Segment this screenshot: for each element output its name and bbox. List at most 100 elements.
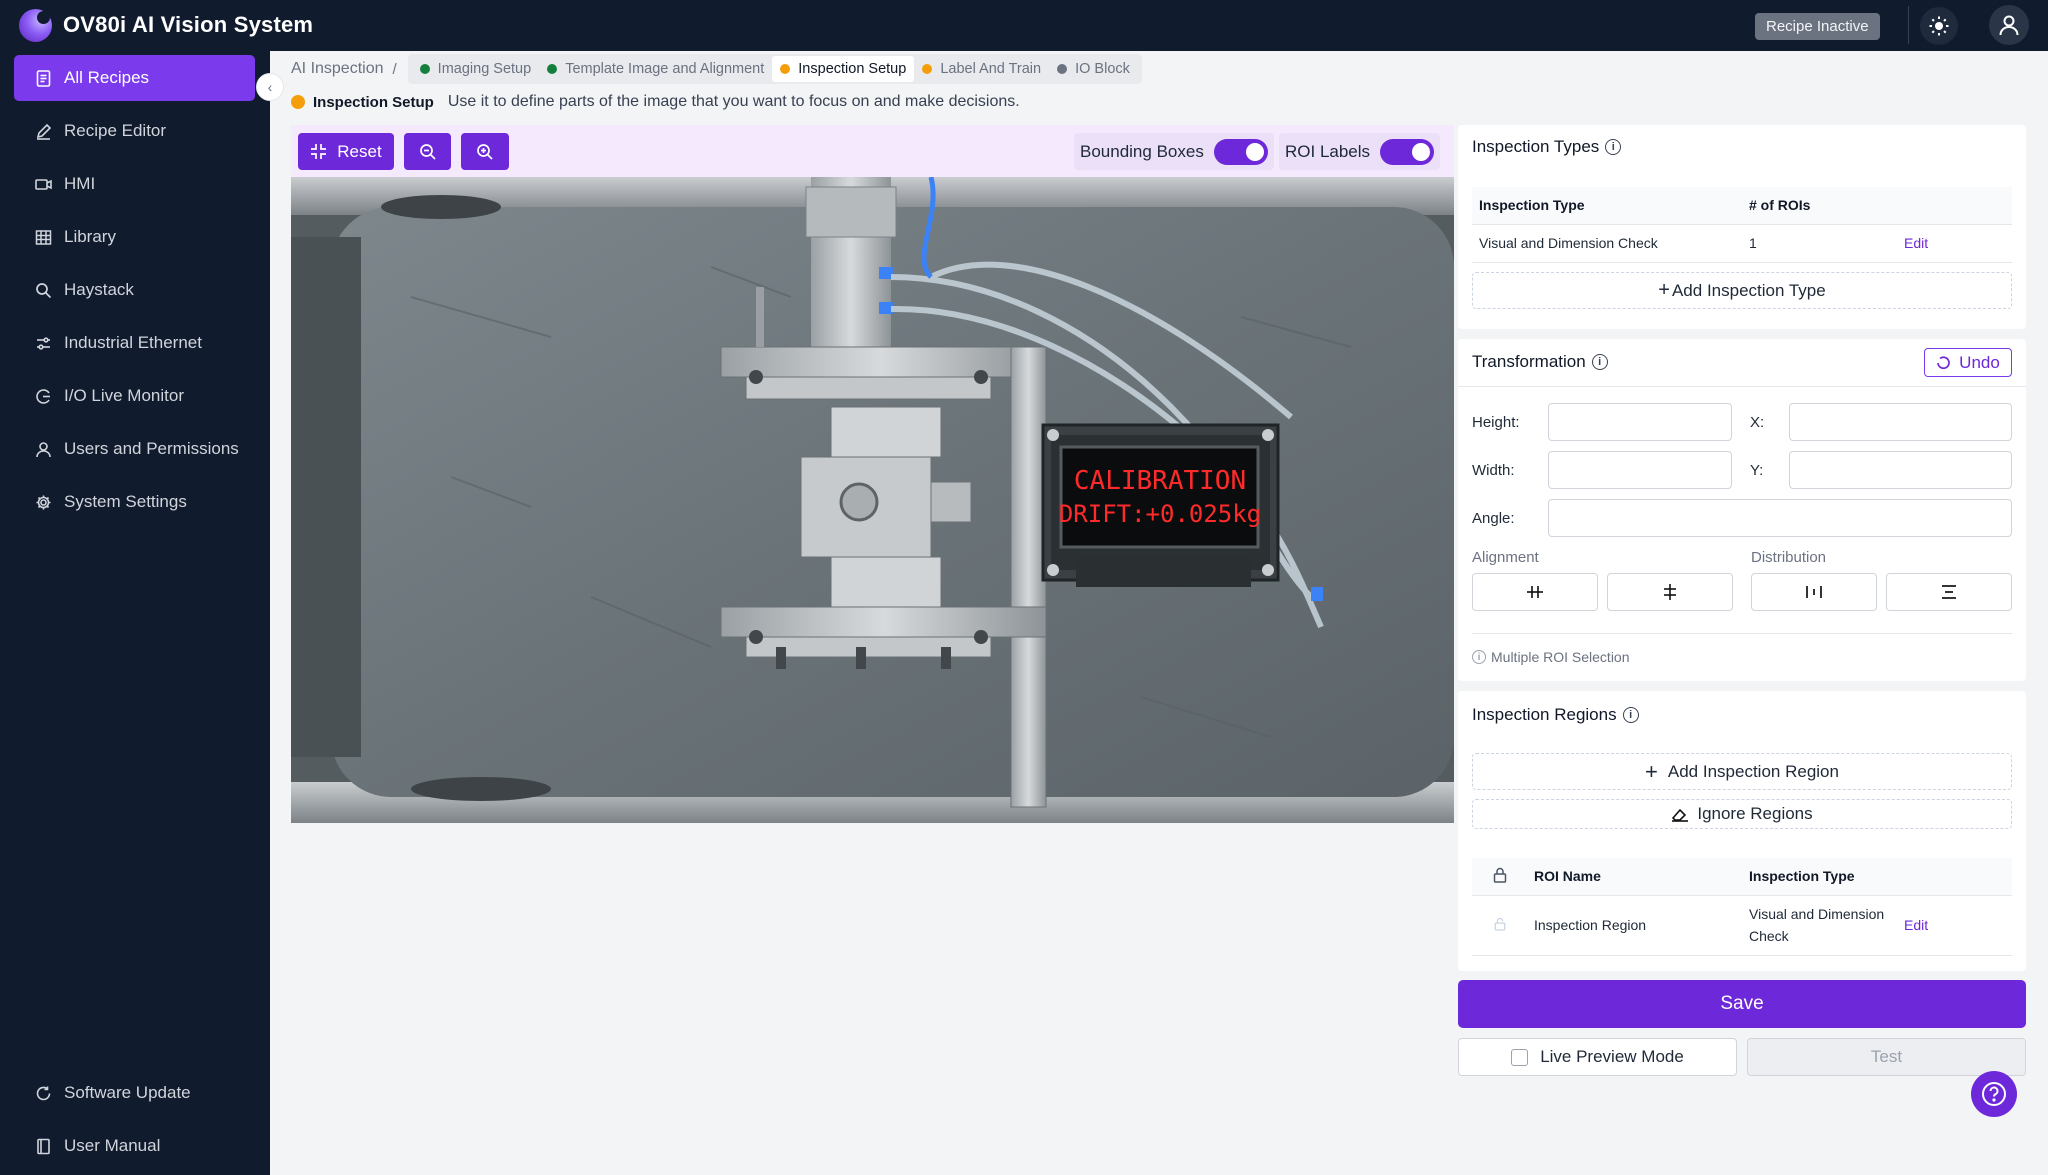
sidebar-item-system-settings[interactable]: System Settings <box>14 479 255 525</box>
sidebar-item-label: Recipe Editor <box>64 121 167 140</box>
inspection-type-cell: Visual and Dimension Check <box>1472 224 1742 263</box>
lock-icon <box>1493 867 1506 883</box>
sidebar-item-label: Industrial Ethernet <box>64 333 202 352</box>
multiple-roi-note: i Multiple ROI Selection <box>1472 649 1630 665</box>
sun-icon <box>1929 16 1949 36</box>
sidebar-item-haystack[interactable]: Haystack <box>14 267 255 313</box>
distribute-vertical-icon <box>1942 585 1956 599</box>
x-input[interactable] <box>1789 403 2012 441</box>
sidebar-item-io-live-monitor[interactable]: I/O Live Monitor <box>14 373 255 419</box>
collapse-arrows-icon <box>311 144 327 159</box>
sidebar-item-label: Haystack <box>64 280 134 299</box>
pencil-icon <box>34 122 52 140</box>
edit-link[interactable]: Edit <box>1904 917 1928 933</box>
reset-button[interactable]: Reset <box>298 133 394 170</box>
zoom-in-button[interactable] <box>461 133 509 170</box>
column-header <box>1897 858 2012 896</box>
roi-labels-toggle[interactable]: ROI Labels <box>1279 133 1441 170</box>
width-input[interactable] <box>1548 451 1732 489</box>
sidebar-item-label: Users and Permissions <box>64 439 239 458</box>
sidebar-item-label: All Recipes <box>64 68 150 87</box>
align-horizontal-icon <box>1527 586 1543 598</box>
y-input[interactable] <box>1789 451 2012 489</box>
info-icon: i <box>1472 650 1486 664</box>
top-bar: OV80i AI Vision System Recipe Inactive <box>0 0 2048 51</box>
status-dot <box>780 64 791 74</box>
info-icon[interactable]: i <box>1622 707 1639 723</box>
inspection-types-table: Inspection Type # of ROIs Visual and Dim… <box>1472 187 2012 263</box>
refresh-icon <box>34 1084 52 1102</box>
save-button[interactable]: Save <box>1458 980 2026 1028</box>
sidebar-item-hmi[interactable]: HMI <box>14 161 255 207</box>
panel-title: Transformation i <box>1472 352 1608 372</box>
zoom-out-icon <box>419 143 436 160</box>
info-icon[interactable]: i <box>1591 354 1608 370</box>
angle-input[interactable] <box>1548 499 2012 537</box>
roi-labels-switch[interactable] <box>1380 138 1435 165</box>
add-inspection-region-button[interactable]: + Add Inspection Region <box>1472 753 2012 790</box>
ignore-regions-button[interactable]: Ignore Regions <box>1472 799 2012 829</box>
display-line-1: CALIBRATION <box>1074 466 1246 496</box>
status-dot <box>419 64 430 74</box>
video-icon <box>34 175 52 193</box>
sidebar-item-all-recipes[interactable]: All Recipes <box>14 55 255 101</box>
align-horizontal-center-button[interactable] <box>1472 573 1598 611</box>
distribute-vertical-button[interactable] <box>1886 573 2012 611</box>
sidebar-item-library[interactable]: Library <box>14 214 255 260</box>
user-avatar-button[interactable] <box>1989 5 2029 45</box>
edit-link[interactable]: Edit <box>1904 235 1928 251</box>
x-label: X: <box>1750 414 1765 431</box>
sidebar-item-industrial-ethernet[interactable]: Industrial Ethernet <box>14 320 255 366</box>
bounding-boxes-switch[interactable] <box>1213 138 1268 165</box>
bounding-boxes-toggle[interactable]: Bounding Boxes <box>1074 133 1274 170</box>
column-header: # of ROIs <box>1742 187 1897 225</box>
distribute-horizontal-button[interactable] <box>1751 573 1877 611</box>
align-vertical-icon <box>1664 584 1676 600</box>
transformation-title: Transformation <box>1472 352 1586 371</box>
sidebar-item-software-update[interactable]: Software Update <box>14 1070 255 1116</box>
section-name: Inspection Setup <box>313 93 434 111</box>
inspection-types-panel: Inspection Types i Inspection Type # of … <box>1458 125 2026 329</box>
sidebar-item-user-manual[interactable]: User Manual <box>14 1123 255 1169</box>
add-inspection-type-button[interactable]: + Add Inspection Type <box>1472 272 2012 309</box>
inspection-type-line: Check <box>1749 928 1789 944</box>
undo-button[interactable]: Undo <box>1924 348 2012 377</box>
eraser-icon <box>1672 808 1689 822</box>
y-label: Y: <box>1750 462 1764 479</box>
step-inspection-setup[interactable]: Inspection Setup <box>772 56 915 82</box>
theme-toggle-button[interactable] <box>1920 7 1958 45</box>
panel-title: Inspection Regions i <box>1472 705 1639 725</box>
zoom-in-icon <box>477 143 493 160</box>
roi-count-cell: 1 <box>1742 224 1897 263</box>
inspection-type-line: Visual and Dimension <box>1749 906 1885 922</box>
image-toolbar: Reset Bounding Boxes ROI Labels <box>291 125 1454 177</box>
live-preview-toggle[interactable]: Live Preview Mode <box>1458 1038 1737 1076</box>
align-vertical-center-button[interactable] <box>1607 573 1733 611</box>
step-label: IO Block <box>1075 61 1130 77</box>
breadcrumb-separator: / <box>392 60 397 78</box>
step-template-image-alignment[interactable]: Template Image and Alignment <box>539 56 772 82</box>
inspection-regions-panel: Inspection Regions i + Add Inspection Re… <box>1458 691 2026 971</box>
plus-icon: + <box>1658 279 1670 301</box>
zoom-out-button[interactable] <box>404 133 451 170</box>
info-icon[interactable]: i <box>1605 139 1622 155</box>
inspection-types-title: Inspection Types <box>1472 137 1600 156</box>
live-preview-checkbox[interactable] <box>1511 1048 1529 1066</box>
divider <box>1472 633 2012 634</box>
height-label: Height: <box>1472 414 1520 431</box>
multiple-roi-note-text: Multiple ROI Selection <box>1491 649 1630 665</box>
lock-cell[interactable] <box>1472 895 1527 956</box>
transformation-panel: Transformation i Undo Height: X: Width: … <box>1458 339 2026 681</box>
sidebar-item-users-and-permissions[interactable]: Users and Permissions <box>14 426 255 472</box>
inspection-image-canvas[interactable]: CALIBRATION DRIFT:+0.025kg <box>291 177 1454 823</box>
table-row: Inspection Region Visual and Dimension C… <box>1472 895 2012 956</box>
step-label-and-train[interactable]: Label And Train <box>914 56 1049 82</box>
help-button[interactable] <box>1971 1071 2017 1117</box>
sidebar-item-recipe-editor[interactable]: Recipe Editor <box>14 108 255 154</box>
step-imaging-setup[interactable]: Imaging Setup <box>412 56 540 82</box>
breadcrumb-root[interactable]: AI Inspection <box>291 60 384 78</box>
status-dot <box>547 64 558 74</box>
height-input[interactable] <box>1548 403 1732 441</box>
test-button[interactable]: Test <box>1747 1038 2026 1076</box>
step-io-block[interactable]: IO Block <box>1049 56 1138 82</box>
